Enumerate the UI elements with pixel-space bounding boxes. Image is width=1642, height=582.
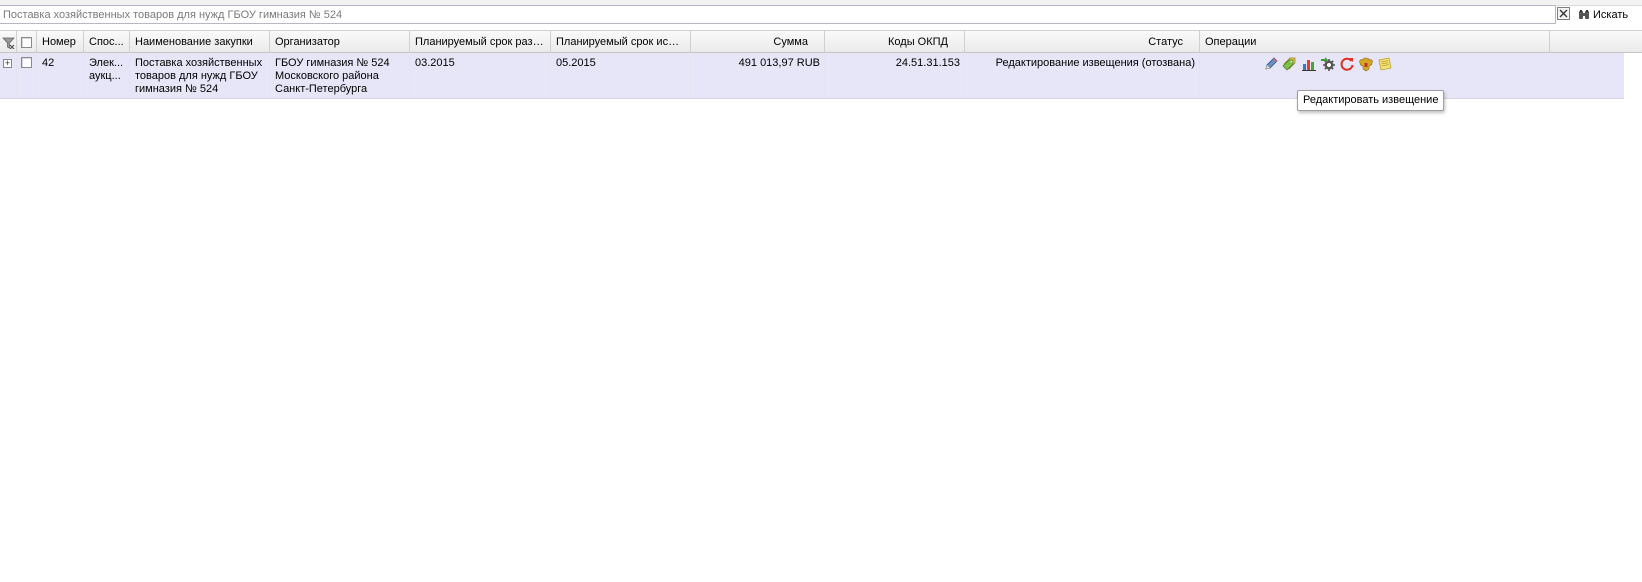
name-line: товаров для нужд ГБОУ [135, 70, 258, 82]
pencil-icon [1264, 56, 1278, 70]
cell-sum: 491 013,97 RUB [691, 53, 825, 98]
select-all-header [17, 31, 37, 53]
binoculars-icon [1579, 9, 1589, 19]
tag-button[interactable] [1281, 55, 1298, 72]
method-line: аукц... [89, 70, 121, 82]
tags-icon [1282, 57, 1295, 70]
organizer-line: Санкт-Петербурга [275, 83, 368, 95]
row-operations [1262, 55, 1393, 72]
column-header-okpd[interactable]: Коды ОКПД [825, 31, 965, 53]
select-all-checkbox[interactable] [21, 36, 32, 48]
statistics-button[interactable] [1300, 55, 1317, 72]
planned-placement-value: 03.2015 [415, 57, 455, 69]
method-line: Элек... [89, 57, 124, 69]
close-icon [1559, 9, 1568, 18]
name-line: гимназия № 524 [135, 83, 219, 95]
number-value: 42 [42, 57, 55, 69]
tooltip: Редактировать извещение [1297, 90, 1445, 111]
column-header-method[interactable]: Спос... [84, 31, 130, 53]
cell-planned-execution: 05.2015 [551, 53, 691, 98]
refresh-icon [1340, 57, 1353, 71]
search-input[interactable] [0, 5, 1556, 24]
column-header-status[interactable]: Статус [965, 31, 1200, 53]
row-checkbox[interactable] [21, 57, 32, 68]
search-button-label: Искать [1593, 8, 1629, 21]
cell-status: Редактирование извещения (отозвана) [965, 53, 1200, 98]
cell-planned-placement: 03.2015 [410, 53, 551, 98]
column-header-organizer[interactable]: Организатор [270, 31, 410, 53]
planned-execution-value: 05.2015 [556, 57, 596, 69]
status-value: Редактирование извещения (отозвана) [995, 57, 1195, 69]
cell-organizer: ГБОУ гимназия № 524 Московского района С… [270, 53, 410, 98]
organizer-line: ГБОУ гимназия № 524 [275, 57, 390, 69]
column-header-number[interactable]: Номер [37, 31, 84, 53]
search-button[interactable]: Искать [1578, 6, 1628, 23]
cell-okpd: 24.51.31.153 [825, 53, 965, 98]
expand-row-toggle[interactable]: + [3, 59, 12, 68]
cell-method: Элек... аукц... [84, 53, 130, 98]
row-select-cell [17, 53, 37, 98]
edit-notice-button[interactable] [1262, 55, 1279, 72]
column-header-sum[interactable]: Сумма [691, 31, 825, 53]
coat-of-arms-icon [1358, 57, 1373, 71]
note-icon [1378, 57, 1391, 70]
emblem-button[interactable] [1357, 55, 1374, 72]
bar-chart-icon [1301, 59, 1316, 71]
settings-button[interactable] [1319, 55, 1336, 72]
gear-arrow-icon [1320, 56, 1335, 71]
search-bar: Искать [0, 5, 1642, 24]
cell-number: 42 [37, 53, 84, 98]
column-header-planned-placement[interactable]: Планируемый срок разм... [410, 31, 551, 53]
okpd-value: 24.51.31.153 [895, 57, 960, 69]
refresh-button[interactable] [1338, 55, 1355, 72]
column-header-operations[interactable]: Операции [1200, 31, 1550, 53]
clear-search-button[interactable] [1557, 7, 1570, 20]
column-header-planned-execution[interactable]: Планируемый срок испо... [551, 31, 691, 53]
filter-column-header[interactable] [0, 31, 17, 53]
name-line: Поставка хозяйственных [135, 57, 263, 69]
row-expander-cell: + [0, 53, 17, 98]
sum-value: 491 013,97 RUB [738, 57, 820, 69]
filter-clear-icon[interactable] [2, 36, 15, 50]
organizer-line: Московского района [275, 70, 379, 82]
column-header-name[interactable]: Наименование закупки [130, 31, 270, 53]
cell-name: Поставка хозяйственных товаров для нужд … [130, 53, 270, 98]
notes-button[interactable] [1376, 55, 1393, 72]
grid-header: Номер Спос... Наименование закупки Орган… [0, 30, 1642, 53]
